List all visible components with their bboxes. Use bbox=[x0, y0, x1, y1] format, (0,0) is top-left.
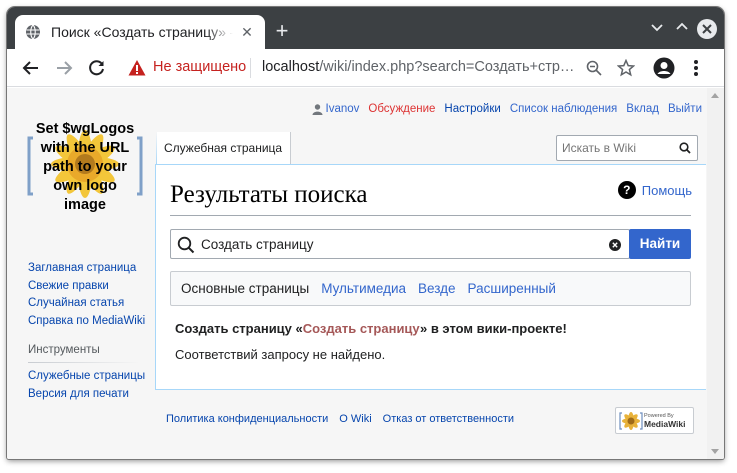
help-link[interactable]: ? Помощь bbox=[617, 181, 692, 199]
url-path: /wiki/index.php?search=Создать+стр… bbox=[319, 59, 575, 75]
security-label[interactable]: Не защищено bbox=[153, 59, 246, 75]
back-icon[interactable] bbox=[19, 56, 43, 80]
search-icon bbox=[177, 236, 195, 254]
menu-icon[interactable] bbox=[684, 56, 708, 80]
powered-by-mediawiki-badge[interactable]: Powered By MediaWiki bbox=[615, 407, 694, 434]
globe-icon bbox=[26, 24, 40, 40]
browser-window: Поиск «Создать страницу» — MyWiki ✕ + Не… bbox=[7, 7, 724, 459]
no-results-message: Соответствий запросу не найдено. bbox=[175, 347, 386, 362]
header-search-input[interactable] bbox=[557, 136, 672, 160]
help-icon: ? bbox=[617, 181, 636, 199]
search-button[interactable]: Найти bbox=[629, 229, 691, 259]
url-host: localhost bbox=[262, 59, 320, 75]
search-icon[interactable] bbox=[679, 142, 691, 154]
personal-tools: Ivanov Обсуждение Настройки Список наблю… bbox=[312, 103, 702, 115]
star-icon[interactable] bbox=[614, 56, 638, 80]
wiki-page: Ivanov Обсуждение Настройки Список наблю… bbox=[7, 88, 724, 459]
watchlist-link[interactable]: Список наблюдения bbox=[510, 103, 617, 115]
sidebar-item-main-page[interactable]: Заглавная страница bbox=[28, 260, 145, 278]
footer-about-link[interactable]: О Wiki bbox=[339, 413, 371, 425]
contributions-link[interactable]: Вклад bbox=[626, 103, 659, 115]
zoom-icon[interactable] bbox=[582, 56, 606, 80]
sidebar-item-special-pages[interactable]: Служебные страницы bbox=[28, 368, 145, 386]
scroll-down-icon[interactable] bbox=[711, 449, 719, 454]
profile-tab-multimedia[interactable]: Мультимедиа bbox=[321, 281, 406, 296]
profile-icon[interactable] bbox=[652, 56, 676, 80]
sidebar-navigation: Заглавная страница Свежие правки Случайн… bbox=[28, 260, 145, 330]
scroll-up-icon[interactable] bbox=[711, 93, 719, 98]
user-name: Ivanov bbox=[325, 103, 360, 115]
create-page-link[interactable]: Создать страницу bbox=[303, 321, 420, 336]
chevron-down-icon[interactable] bbox=[647, 19, 667, 39]
clear-icon[interactable] bbox=[609, 239, 621, 251]
talk-link[interactable]: Обсуждение bbox=[368, 103, 435, 115]
header-search bbox=[556, 135, 698, 161]
divider bbox=[170, 215, 691, 216]
tab-special-page[interactable]: Служебная страница bbox=[156, 132, 292, 164]
user-link[interactable]: Ivanov bbox=[312, 103, 360, 115]
wiki-logo[interactable]: Set $wgLogos with the URL path to your o… bbox=[27, 116, 143, 216]
create-page-notice: Создать страницу «Создать страницу» в эт… bbox=[175, 321, 567, 336]
page-scrollbar[interactable] bbox=[707, 88, 724, 459]
sidebar-item-recent-changes[interactable]: Свежие правки bbox=[28, 278, 145, 296]
user-icon bbox=[312, 103, 323, 115]
mediawiki-label: MediaWiki bbox=[644, 419, 686, 429]
mediawiki-flower-icon bbox=[619, 412, 643, 430]
reload-icon[interactable] bbox=[85, 56, 109, 80]
sidebar-tools: Инструменты Служебные страницы Версия дл… bbox=[28, 344, 145, 403]
address-bar[interactable]: localhost/wiki/index.php?search=Создать+… bbox=[262, 59, 574, 75]
divider bbox=[28, 362, 140, 363]
sidebar-item-random-page[interactable]: Случайная статья bbox=[28, 295, 145, 313]
footer-privacy-link[interactable]: Политика конфиденциальности bbox=[166, 413, 328, 425]
page-title: Результаты поиска bbox=[170, 181, 368, 208]
logo-caption: Set $wgLogos with the URL path to your o… bbox=[35, 121, 135, 213]
help-label: Помощь bbox=[641, 182, 692, 198]
logout-link[interactable]: Выйти bbox=[668, 103, 702, 115]
preferences-link[interactable]: Настройки bbox=[444, 103, 500, 115]
search-profiles: Основные страницы Мультимедиа Везде Расш… bbox=[170, 271, 691, 306]
divider bbox=[250, 58, 251, 78]
forward-icon[interactable] bbox=[52, 56, 76, 80]
profile-tab-default[interactable]: Основные страницы bbox=[181, 281, 309, 296]
tab-strip: Поиск «Создать страницу» — MyWiki ✕ + bbox=[7, 7, 724, 49]
profile-tab-advanced[interactable]: Расширенный bbox=[468, 281, 556, 296]
main-search-field bbox=[170, 229, 630, 259]
browser-toolbar: Не защищено localhost/wiki/index.php?sea… bbox=[7, 49, 724, 87]
browser-tab[interactable]: Поиск «Создать страницу» — MyWiki ✕ bbox=[15, 15, 265, 49]
window-close-icon[interactable] bbox=[697, 19, 717, 39]
profile-tab-all[interactable]: Везде bbox=[418, 281, 456, 296]
search-input[interactable] bbox=[201, 230, 601, 258]
content-area: Результаты поиска ? Помощь Найти Основны… bbox=[155, 164, 706, 390]
plus-icon[interactable]: + bbox=[271, 20, 293, 42]
close-icon[interactable]: ✕ bbox=[239, 24, 255, 40]
sidebar-item-help[interactable]: Справка по MediaWiki bbox=[28, 313, 145, 331]
sidebar-item-printable[interactable]: Версия для печати bbox=[28, 386, 145, 404]
footer-links: Политика конфиденциальности О Wiki Отказ… bbox=[166, 413, 514, 425]
warning-icon[interactable] bbox=[128, 59, 146, 77]
tab-title: Поиск «Создать страницу» — MyWiki bbox=[51, 24, 233, 40]
chevron-up-icon[interactable] bbox=[672, 19, 692, 39]
footer-disclaimer-link[interactable]: Отказ от ответственности bbox=[383, 413, 514, 425]
tools-heading: Инструменты bbox=[28, 344, 100, 356]
